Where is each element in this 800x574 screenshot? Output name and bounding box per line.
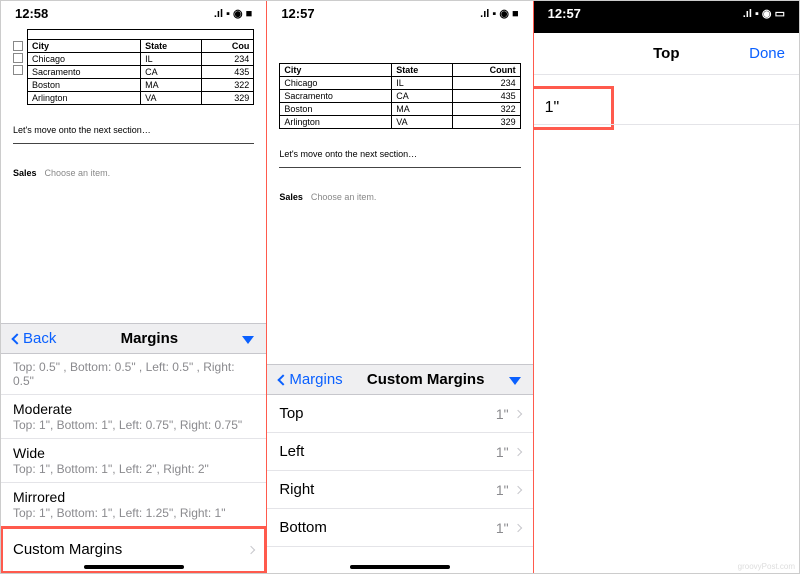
chevron-down-icon — [509, 377, 521, 385]
table-row: ArlingtonVA329 — [28, 92, 254, 105]
margin-options: Top: 0.5" , Bottom: 0.5" , Left: 0.5" , … — [1, 354, 266, 573]
margin-option-wide[interactable]: Wide Top: 1", Bottom: 1", Left: 2", Righ… — [1, 439, 266, 483]
table-row: ChicagoIL234 — [280, 77, 520, 90]
status-bar: 12:58 .ıl ▪︎ ◉ ■ — [1, 1, 266, 23]
modal-title: Top — [653, 45, 679, 62]
chevron-right-icon — [513, 447, 521, 455]
sheet-title: Margins — [121, 330, 179, 347]
table-row: SacramentoCA435 — [28, 66, 254, 79]
chevron-right-icon — [513, 409, 521, 417]
data-table: City State Count ChicagoIL234 Sacramento… — [279, 63, 520, 129]
table-header: Cou — [202, 40, 254, 53]
collapse-button[interactable] — [509, 372, 521, 388]
table-row: SacramentoCA435 — [280, 90, 520, 103]
sales-label: Sales — [279, 192, 303, 202]
body-text: Let's move onto the next section… — [13, 125, 254, 135]
sales-row: Sales Choose an item. — [13, 168, 254, 178]
sales-choose[interactable]: Choose an item. — [311, 192, 377, 202]
status-icons: .ıl ▪︎ ◉ ■ — [214, 7, 252, 20]
sheet-header-margins: Back Margins — [1, 323, 266, 354]
table-header: State — [392, 64, 452, 77]
custom-margin-right[interactable]: Right 1" — [267, 471, 532, 509]
watermark: groovyPost.com — [738, 562, 795, 571]
chevron-down-icon — [242, 336, 254, 344]
sales-label: Sales — [13, 168, 37, 178]
table-header: State — [141, 40, 202, 53]
chevron-right-icon — [513, 523, 521, 531]
clock: 12:57 — [548, 6, 581, 21]
back-label: Back — [23, 330, 56, 347]
sales-choose[interactable]: Choose an item. — [45, 168, 111, 178]
pane-margins: 12:58 .ıl ▪︎ ◉ ■ City State Cou ChicagoI… — [1, 1, 267, 573]
clock: 12:57 — [281, 6, 314, 21]
custom-margin-top[interactable]: Top 1" — [267, 395, 532, 433]
status-icons: .ıl ▪︎ ◉ ▭ — [743, 7, 785, 20]
back-button[interactable]: Margins — [279, 371, 342, 388]
checkbox[interactable] — [13, 41, 23, 51]
chevron-right-icon — [247, 545, 255, 553]
status-icons: .ıl ▪︎ ◉ ■ — [480, 7, 518, 20]
home-indicator[interactable] — [84, 565, 184, 569]
status-bar: 12:57 .ıl ▪︎ ◉ ▭ — [534, 1, 799, 23]
back-label: Margins — [289, 371, 342, 388]
home-indicator[interactable] — [350, 565, 450, 569]
document-preview[interactable]: City State Cou ChicagoIL234 SacramentoCA… — [1, 23, 266, 178]
custom-margin-bottom[interactable]: Bottom 1" — [267, 509, 532, 547]
table-header: City — [28, 40, 141, 53]
table-row: BostonMA322 — [280, 103, 520, 116]
data-table: City State Cou ChicagoIL234 SacramentoCA… — [27, 39, 254, 105]
body-text: Let's move onto the next section… — [279, 149, 520, 159]
divider — [279, 167, 520, 168]
sheet-title: Custom Margins — [367, 371, 485, 388]
back-button[interactable]: Back — [13, 330, 56, 347]
margin-option-moderate[interactable]: Moderate Top: 1", Bottom: 1", Left: 0.75… — [1, 395, 266, 439]
clock: 12:58 — [15, 6, 48, 21]
table-row: ChicagoIL234 — [28, 53, 254, 66]
margin-option-mirrored[interactable]: Mirrored Top: 1", Bottom: 1", Left: 1.25… — [1, 483, 266, 527]
table-row: BostonMA322 — [28, 79, 254, 92]
table-header: Count — [452, 64, 520, 77]
modal-header: Top Done — [534, 33, 799, 75]
margin-option-narrow-partial[interactable]: Top: 0.5" , Bottom: 0.5" , Left: 0.5" , … — [1, 354, 266, 395]
pane-top-margin: 12:57 .ıl ▪︎ ◉ ▭ Top Done 1" — [534, 1, 799, 573]
document-preview[interactable]: City State Count ChicagoIL234 Sacramento… — [267, 23, 532, 202]
sales-row: Sales Choose an item. — [279, 192, 520, 202]
divider — [13, 143, 254, 144]
pane-custom-margins: 12:57 .ıl ▪︎ ◉ ■ City State Count Chicag… — [267, 1, 533, 573]
checkbox[interactable] — [13, 65, 23, 75]
chevron-right-icon — [513, 485, 521, 493]
checkbox[interactable] — [13, 53, 23, 63]
margin-value-input[interactable]: 1" — [534, 89, 611, 127]
custom-margin-left[interactable]: Left 1" — [267, 433, 532, 471]
chevron-left-icon — [11, 333, 22, 344]
chevron-left-icon — [278, 374, 289, 385]
sheet-header-custom: Margins Custom Margins — [267, 364, 532, 395]
done-button[interactable]: Done — [749, 45, 785, 62]
status-bar: 12:57 .ıl ▪︎ ◉ ■ — [267, 1, 532, 23]
collapse-button[interactable] — [242, 331, 254, 347]
table-header: City — [280, 64, 392, 77]
custom-margin-list: Top 1" Left 1" Right 1" Bottom 1" — [267, 395, 532, 547]
table-row: ArlingtonVA329 — [280, 116, 520, 129]
